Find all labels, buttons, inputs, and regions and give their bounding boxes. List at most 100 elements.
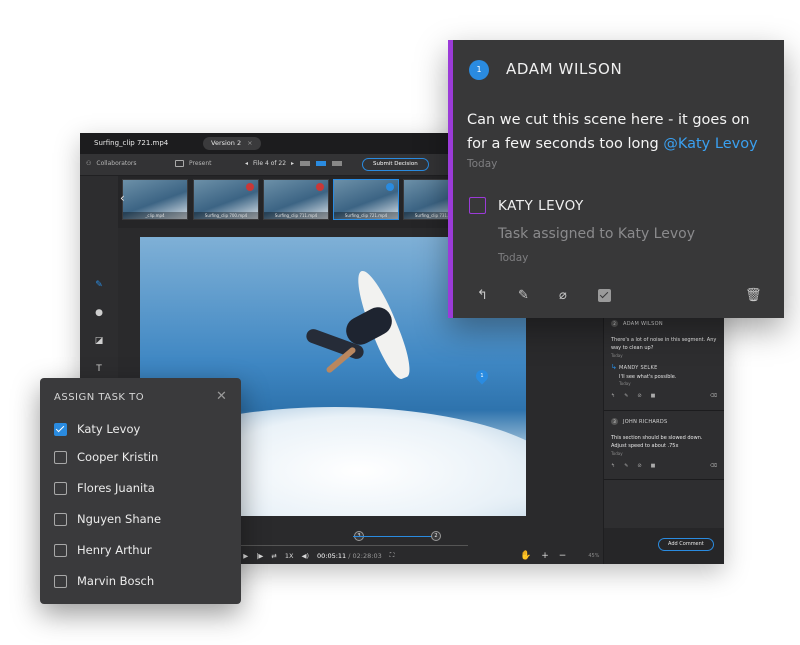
zoom-in-icon[interactable]: + xyxy=(541,551,549,561)
compare-view-icon[interactable] xyxy=(316,161,326,166)
thumbnail[interactable]: _clip.mp4 xyxy=(122,179,188,220)
assign-task-title: ASSIGN TASK TO xyxy=(54,392,145,403)
current-time: 00:05:11 xyxy=(317,551,347,560)
comment-pin-marker[interactable]: 1 xyxy=(473,367,491,385)
loop-icon[interactable]: ⇄ xyxy=(271,552,276,560)
duration: 02:28:03 xyxy=(352,551,382,560)
reply-icon[interactable]: ↰ xyxy=(611,393,615,399)
version-close-icon[interactable]: × xyxy=(247,139,252,147)
reply-text: I'll see what's possible. xyxy=(619,374,677,380)
paperclip-icon[interactable]: ⊘ xyxy=(637,463,641,469)
approve-checkbox-icon[interactable] xyxy=(598,289,611,302)
pin-tool-icon[interactable]: ● xyxy=(94,308,104,318)
comment-number: 3 xyxy=(611,418,618,425)
chevron-left-icon[interactable]: ‹ xyxy=(120,191,125,205)
card-accent-bar xyxy=(448,40,453,318)
fullscreen-icon[interactable]: ⛶ xyxy=(390,551,395,560)
timecode: 00:05:11 / 02:28:03 xyxy=(317,552,382,560)
comment-author: ADAM WILSON xyxy=(506,60,623,78)
submit-decision-button[interactable]: Submit Decision xyxy=(362,158,429,171)
collaborators-label: Collaborators xyxy=(96,160,137,167)
paperclip-icon[interactable]: ⌀ xyxy=(559,288,567,304)
checkbox[interactable] xyxy=(54,450,67,464)
checkbox-checked[interactable] xyxy=(54,422,67,436)
assignee-option[interactable]: Henry Arthur xyxy=(54,543,152,557)
checkbox[interactable] xyxy=(54,481,67,495)
assignee-name: Nguyen Shane xyxy=(77,512,162,526)
approve-checkbox-icon[interactable]: ■ xyxy=(651,463,656,469)
pencil-icon[interactable]: ✎ xyxy=(518,288,529,304)
comment-body: Can we cut this scene here - it goes on … xyxy=(467,108,767,156)
add-comment-button[interactable]: Add Comment xyxy=(658,538,714,551)
pen-tool-icon[interactable]: ✎ xyxy=(94,280,104,290)
task-assignee: KATY LEVOY xyxy=(498,198,584,214)
assignee-option[interactable]: Marvin Bosch xyxy=(54,574,154,588)
volume-icon[interactable]: ◀) xyxy=(301,552,309,560)
stage: Surfing_clip 721.mp4 Version 2 × ⚇ Collab… xyxy=(0,0,800,645)
checkbox[interactable] xyxy=(54,543,67,557)
speed-button[interactable]: 1X xyxy=(285,552,294,560)
comment-actions: ↰ ✎ ⊘ ■ ⌫ xyxy=(611,393,717,399)
assignee-option[interactable]: Cooper Kristin xyxy=(54,450,158,464)
reply-icon[interactable]: ↰ xyxy=(477,288,488,304)
assignee-option[interactable]: Flores Juanita xyxy=(54,481,155,495)
assign-task-popover: ASSIGN TASK TO ✕ Katy Levoy Cooper Krist… xyxy=(40,378,241,604)
file-navigator: ◂ File 4 of 22 ▸ xyxy=(245,160,294,167)
pencil-icon[interactable]: ✎ xyxy=(624,463,628,469)
playback-controls: ◀| ▶ |▶ ⇄ 1X ◀) 00:05:11 / 02:28:03 ⛶ xyxy=(228,551,394,560)
close-icon[interactable]: ✕ xyxy=(216,389,227,404)
comment-date: Today xyxy=(611,353,623,358)
divider xyxy=(604,410,724,411)
reply-icon[interactable]: ↰ xyxy=(611,463,615,469)
checkbox[interactable] xyxy=(54,512,67,526)
checkbox[interactable] xyxy=(54,574,67,588)
grid-view-icon[interactable] xyxy=(332,161,342,166)
assignee-option[interactable]: Katy Levoy xyxy=(54,422,140,436)
next-file-icon[interactable]: ▸ xyxy=(291,160,294,167)
reply-date: Today xyxy=(619,381,631,386)
thumbnail[interactable]: Surfing_clip 700.mp4 xyxy=(193,179,259,220)
task-checkbox[interactable] xyxy=(469,197,486,214)
scrub-bar[interactable] xyxy=(228,545,468,546)
assignee-name: Cooper Kristin xyxy=(77,450,159,464)
assignee-name: Katy Levoy xyxy=(77,422,141,436)
thumbnail-active[interactable]: Surfing_clip 721.mp4 xyxy=(333,179,399,220)
shape-tool-icon[interactable]: ◪ xyxy=(94,336,104,346)
status-badge xyxy=(316,183,324,191)
play-icon[interactable]: ▶ xyxy=(243,552,248,560)
timeline: 3 2 ◀| ▶ |▶ ⇄ 1X ◀) 00:05:11 / 02:28:03 … xyxy=(228,525,528,564)
divider xyxy=(604,479,724,480)
zoom-level[interactable]: 45% xyxy=(588,553,599,559)
comment-author: JOHN RICHARDS xyxy=(623,419,668,425)
thumbnail-caption: _clip.mp4 xyxy=(123,212,187,219)
comment-item[interactable]: 2 ADAM WILSON There's a lot of noise in t… xyxy=(604,320,724,399)
text-tool-icon[interactable]: T xyxy=(94,364,104,374)
single-view-icon[interactable] xyxy=(300,161,310,166)
thumbnail-caption: Surfing_clip 711.mp4 xyxy=(264,212,328,219)
assignee-option[interactable]: Nguyen Shane xyxy=(54,512,161,526)
view-mode-switcher xyxy=(300,161,342,166)
assignee-name: Marvin Bosch xyxy=(77,574,155,588)
present-button[interactable]: Present xyxy=(175,160,212,167)
timeline-marker[interactable]: 2 xyxy=(431,531,441,541)
prev-file-icon[interactable]: ◂ xyxy=(245,160,248,167)
hand-icon[interactable]: ✋ xyxy=(520,551,531,561)
present-label: Present xyxy=(189,160,212,167)
collaborators-button[interactable]: ⚇ Collaborators xyxy=(86,160,137,167)
comment-item[interactable]: 3 JOHN RICHARDS This section should be sl… xyxy=(604,418,724,469)
trash-icon[interactable]: ⌫ xyxy=(710,393,717,399)
trash-icon[interactable]: 🗑 xyxy=(745,288,762,304)
comment-date: Today xyxy=(611,451,623,456)
zoom-out-icon[interactable]: − xyxy=(559,551,567,561)
thumbnail[interactable]: Surfing_clip 711.mp4 xyxy=(263,179,329,220)
step-forward-icon[interactable]: |▶ xyxy=(256,552,263,560)
mention-link[interactable]: @Katy Levoy xyxy=(663,136,757,152)
comment-actions: ↰ ✎ ⊘ ■ ⌫ xyxy=(611,463,717,469)
comment-card: 1 ADAM WILSON Can we cut this scene here… xyxy=(448,40,784,318)
version-tab[interactable]: Version 2 × xyxy=(203,137,261,150)
version-label: Version 2 xyxy=(211,139,242,147)
pencil-icon[interactable]: ✎ xyxy=(624,393,628,399)
trash-icon[interactable]: ⌫ xyxy=(710,463,717,469)
approve-checkbox-icon[interactable]: ■ xyxy=(651,393,656,399)
paperclip-icon[interactable]: ⊘ xyxy=(637,393,641,399)
